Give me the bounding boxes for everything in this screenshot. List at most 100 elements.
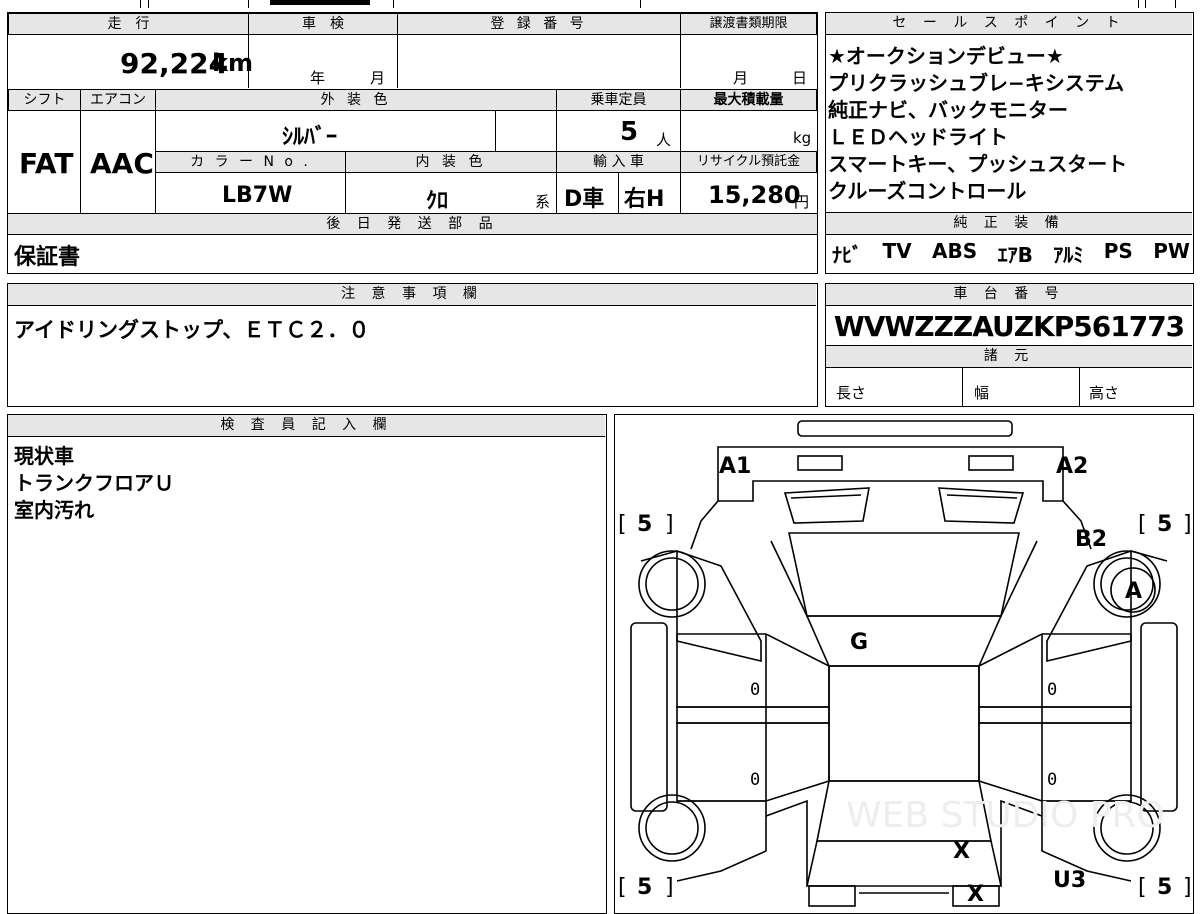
front-bumper-shape [797, 420, 1013, 437]
door-mark-front-right: 0 [1047, 680, 1057, 700]
damage-mark-b2: B2 [1075, 527, 1107, 552]
inspector-lines: 現状車 トランクフロアＵ 室内汚れ [14, 443, 174, 524]
chassis-box: 車 台 番 号 WVWZZZAUZKP561773 諸 元 長さ 幅 高さ [825, 283, 1194, 407]
tire-bracket-close: ] [1183, 875, 1192, 900]
shaken-year: 年 [310, 69, 326, 87]
front-left-fender-shape [676, 549, 762, 663]
sales-points-header: セ ー ル ス ポ イ ン ト [826, 13, 1192, 35]
sales-point-line: プリクラッシュブレ−キシステム [828, 71, 1125, 95]
color-no-value: LB7W [222, 183, 293, 208]
inspector-header: 検 査 員 記 入 欄 [8, 415, 605, 437]
damage-mark-u3: U3 [1053, 868, 1086, 893]
damage-mark-a: A [1125, 579, 1142, 604]
door-mark-front-left: 0 [750, 680, 760, 700]
color-no-header: カ ラ ー N o . [155, 151, 346, 173]
tire-tread-front-right: 5 [1157, 512, 1172, 537]
notes-box: 注 意 事 項 欄 アイドリングストップ、ＥＴＣ２．０ [7, 283, 818, 407]
registration-header: 登 録 番 号 [397, 13, 681, 35]
damage-mark-x-bumper: X [967, 882, 984, 907]
wheel-front-left-shape [638, 550, 706, 618]
exterior-color-value: ｼﾙﾊﾞｰ [282, 125, 338, 150]
equipment-item: ABS [932, 239, 978, 263]
capacity-unit: 人 [656, 131, 672, 149]
wheel-rear-left-shape [638, 794, 706, 862]
damage-mark-a1: A1 [719, 454, 751, 479]
car-diagram: WEB STUDIO PRO A1 A2 B2 A G X X U3 [ 5 ]… [618, 420, 1192, 907]
shift-header: シフト [8, 89, 81, 111]
sales-points-box: セ ー ル ス ポ イ ン ト ★オークションデビュー★ プリクラッシュブレ−キ… [825, 12, 1194, 274]
equipment-list: ﾅﾋﾞ TV ABS ｴｱB ｱﾙﾐ PS PW [832, 239, 1190, 268]
roof-shape [828, 665, 980, 782]
transfer-day: 日 [792, 69, 808, 87]
vent-right-shape [938, 487, 1025, 524]
equipment-item: PS [1103, 239, 1133, 263]
body-left-outline-shape [690, 500, 719, 550]
tire-tread-rear-left: 5 [637, 875, 652, 900]
right-sill-shape [978, 706, 1132, 724]
sales-point-line: ★オークションデビュー★ [828, 44, 1064, 68]
mileage-unit: km [212, 49, 253, 77]
trunk-shape [806, 840, 1002, 887]
sales-point-line: ＬＥＤヘッドライト [828, 125, 1008, 149]
notes-text: アイドリングストップ、ＥＴＣ２．０ [14, 318, 370, 342]
import-header: 輸 入 車 [556, 151, 681, 173]
sales-point-line: 純正ナビ、バックモニター [828, 98, 1068, 122]
chassis-number: WVWZZZAUZKP561773 [833, 310, 1185, 343]
inspector-line: 現状車 [14, 444, 74, 468]
rear-left-fender-shape [676, 800, 767, 882]
tire-bracket-close: ] [1183, 512, 1192, 537]
damage-mark-a2: A2 [1056, 454, 1088, 479]
car-diagram-box: WEB STUDIO PRO A1 A2 B2 A G X X U3 [ 5 ]… [614, 414, 1194, 914]
left-sill-shape [676, 706, 830, 724]
shift-value: FAT [19, 147, 74, 180]
tire-bracket-close: ] [665, 875, 674, 900]
tire-bracket-close: ] [665, 512, 674, 537]
vehicle-info-grid: 走 行 車 検 登 録 番 号 譲渡書類期限 92,224 km 年 月 月 日… [7, 12, 818, 274]
headlight-right-shape [968, 455, 1014, 471]
sales-point-line: クルーズコントロール [828, 179, 1027, 203]
later-parts-value: 保証書 [14, 245, 81, 270]
inspector-box: 検 査 員 記 入 欄 現状車 トランクフロアＵ 室内汚れ [7, 414, 607, 914]
watermark-text: WEB STUDIO PRO [846, 795, 1165, 836]
notes-header: 注 意 事 項 欄 [8, 284, 816, 306]
aircon-value: AAC [90, 147, 154, 180]
tire-tread-rear-right: 5 [1157, 875, 1172, 900]
later-parts-header: 後 日 発 送 部 品 [7, 213, 818, 235]
transfer-deadline-header: 譲渡書類期限 [680, 13, 817, 35]
tire-bracket-open: [ [618, 512, 627, 537]
import-value-d: D車 [564, 187, 605, 212]
capacity-header: 乗車定員 [556, 89, 681, 111]
hood-shape [788, 532, 1020, 617]
door-mark-rear-left: 0 [750, 770, 760, 790]
recycle-header: リサイクル預託金 [680, 151, 817, 173]
rear-bumper-left-shape [808, 885, 856, 907]
tire-bracket-open: [ [618, 875, 627, 900]
vent-left-inner-shape [790, 494, 862, 499]
left-pillar-shape [630, 622, 668, 812]
maxload-header: 最大積載量 [680, 89, 817, 111]
door-mark-rear-right: 0 [1047, 770, 1057, 790]
shaken-month: 月 [370, 69, 386, 87]
top-cutoff-strip [0, 0, 1200, 8]
vent-left-shape [783, 487, 870, 524]
front-left-fender-outer-shape [640, 550, 678, 562]
equipment-item: ｴｱB [997, 243, 1033, 267]
inspector-line: トランクフロアＵ [14, 471, 174, 495]
right-pillar-shape [1140, 622, 1178, 812]
interior-color-value: ｸﾛ [426, 189, 449, 214]
equipment-item: TV [882, 239, 912, 263]
windshield-apron-shape [770, 540, 1038, 617]
recycle-value: 15,280 [708, 181, 801, 209]
transfer-month: 月 [733, 69, 749, 87]
tire-bracket-open: [ [1138, 875, 1147, 900]
aircon-header: エアコン [80, 89, 156, 111]
damage-mark-g: G [850, 630, 868, 655]
capacity-value: 5 [620, 117, 639, 147]
width-label: 幅 [974, 384, 990, 402]
equipment-header: 純 正 装 備 [826, 213, 1192, 235]
rear-left-quarter-shape [765, 799, 808, 886]
recycle-unit: 円 [794, 193, 810, 211]
interior-color-header: 内 装 色 [345, 151, 557, 173]
chassis-header: 車 台 番 号 [826, 284, 1192, 306]
import-value-rh: 右H [624, 187, 665, 212]
